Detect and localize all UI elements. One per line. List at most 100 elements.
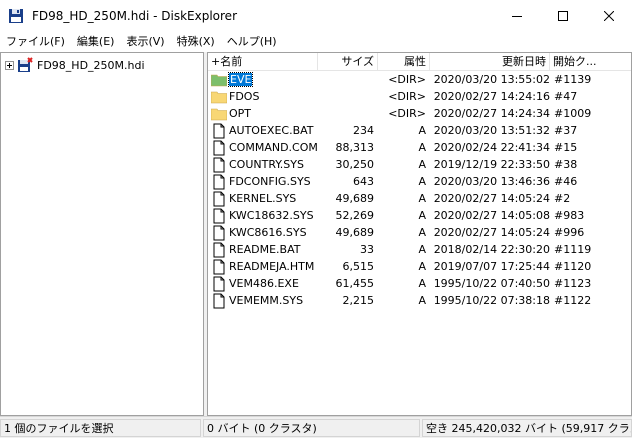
menu-view[interactable]: 表示(V) bbox=[120, 32, 170, 52]
file-row[interactable]: KERNEL.SYS 49,689 A 2020/02/27 14:05:24 #2 bbox=[208, 190, 631, 207]
file-row-icon bbox=[211, 292, 227, 309]
file-date: 2020/02/27 14:05:08 bbox=[430, 207, 550, 224]
file-name: FDCONFIG.SYS bbox=[228, 173, 328, 190]
file-start-cluster-text: #1139 bbox=[554, 73, 592, 86]
tree-item-label: FD98_HD_250M.hdi bbox=[37, 58, 145, 72]
status-selected-size: 0 バイト (0 クラスタ) bbox=[203, 419, 420, 437]
file-attr-text: A bbox=[418, 294, 426, 307]
file-icon bbox=[213, 293, 225, 308]
file-date-text: 2020/03/20 13:55:02 bbox=[433, 73, 550, 86]
file-attr: <DIR> bbox=[380, 71, 426, 88]
file-row-icon bbox=[211, 139, 227, 156]
file-icon bbox=[213, 123, 225, 138]
column-header-name[interactable]: +名前 bbox=[208, 53, 318, 71]
menu-special[interactable]: 特殊(X) bbox=[171, 32, 221, 52]
file-start-cluster-text: #46 bbox=[554, 175, 578, 188]
file-start-cluster: #983 bbox=[554, 207, 631, 224]
file-start-cluster-text: #2 bbox=[554, 192, 571, 205]
disk-image-icon bbox=[18, 57, 33, 72]
menu-edit[interactable]: 編集(E) bbox=[71, 32, 121, 52]
file-row[interactable]: COMMAND.COM 88,313 A 2020/02/24 22:41:34 #15 bbox=[208, 139, 631, 156]
file-attr: A bbox=[380, 139, 426, 156]
file-date-text: 2020/03/20 13:46:36 bbox=[433, 175, 550, 188]
file-attr: A bbox=[380, 275, 426, 292]
file-date-text: 2020/02/24 22:41:34 bbox=[433, 141, 550, 154]
folder-icon bbox=[211, 108, 227, 120]
file-icon bbox=[213, 242, 225, 257]
file-date: 2020/02/27 14:05:24 bbox=[430, 190, 550, 207]
file-start-cluster: #1139 bbox=[554, 71, 631, 88]
file-date: 2020/03/20 13:51:32 bbox=[430, 122, 550, 139]
menu-bar: ファイル(F) 編集(E) 表示(V) 特殊(X) ヘルプ(H) bbox=[0, 32, 632, 52]
file-row[interactable]: VEM486.EXE 61,455 A 1995/10/22 07:40:50 #112… bbox=[208, 275, 631, 292]
file-name-text: AUTOEXEC.BAT bbox=[229, 124, 314, 137]
file-name-text: KWC18632.SYS bbox=[229, 209, 314, 222]
list-header: +名前 サイズ 属性 更新日時 開始ク... bbox=[208, 53, 631, 71]
file-date-text: 2020/02/27 14:05:08 bbox=[433, 209, 550, 222]
file-row[interactable]: FDCONFIG.SYS 643 A 2020/03/20 13:46:36 #46 bbox=[208, 173, 631, 190]
file-name-text: EVE bbox=[228, 72, 254, 87]
menu-help[interactable]: ヘルプ(H) bbox=[221, 32, 283, 52]
file-date-text: 2020/02/27 14:05:24 bbox=[433, 192, 550, 205]
file-row[interactable]: OPT <DIR> 2020/02/27 14:24:34 #1009 bbox=[208, 105, 631, 122]
file-size-text: 30,250 bbox=[335, 158, 375, 171]
file-row[interactable]: FDOS <DIR> 2020/02/27 14:24:16 #47 bbox=[208, 88, 631, 105]
file-row[interactable]: EVE <DIR> 2020/03/20 13:55:02 #1139 bbox=[208, 71, 631, 88]
status-free-space: 空き 245,420,032 バイト (59,917 クラスタ) bbox=[422, 419, 632, 437]
file-row[interactable]: READMEJA.HTM 6,515 A 2019/07/07 17:25:44 #11… bbox=[208, 258, 631, 275]
file-start-cluster-text: #1009 bbox=[554, 107, 592, 120]
file-start-cluster: #1122 bbox=[554, 292, 631, 309]
expand-icon[interactable] bbox=[5, 60, 14, 70]
file-attr: A bbox=[380, 241, 426, 258]
file-name-text: VEMEMM.SYS bbox=[229, 294, 304, 307]
file-start-cluster-text: #15 bbox=[554, 141, 578, 154]
close-button[interactable] bbox=[586, 0, 632, 32]
file-size: 49,689 bbox=[318, 190, 375, 207]
file-row[interactable]: KWC18632.SYS 52,269 A 2020/02/27 14:05:08 #9… bbox=[208, 207, 631, 224]
file-row[interactable]: COUNTRY.SYS 30,250 A 2019/12/19 22:33:50 #38 bbox=[208, 156, 631, 173]
tree-item-root[interactable]: FD98_HD_250M.hdi bbox=[5, 57, 145, 73]
column-header-attr[interactable]: 属性 bbox=[378, 53, 430, 71]
file-row[interactable]: VEMEMM.SYS 2,215 A 1995/10/22 07:38:18 #1122 bbox=[208, 292, 631, 309]
file-attr: A bbox=[380, 173, 426, 190]
file-icon bbox=[213, 225, 225, 240]
file-row-icon bbox=[211, 105, 227, 122]
minimize-button[interactable] bbox=[494, 0, 540, 32]
file-name-text: COMMAND.COM bbox=[229, 141, 318, 154]
file-icon bbox=[213, 259, 225, 274]
file-attr-text: A bbox=[418, 124, 426, 137]
file-row-icon bbox=[211, 156, 227, 173]
file-list[interactable]: +名前 サイズ 属性 更新日時 開始ク... EVE <DIR> 2020/03/2… bbox=[207, 52, 632, 416]
folder-tree[interactable]: FD98_HD_250M.hdi bbox=[0, 52, 204, 416]
file-attr-text: A bbox=[418, 175, 426, 188]
file-start-cluster-text: #1122 bbox=[554, 294, 592, 307]
menu-file[interactable]: ファイル(F) bbox=[0, 32, 71, 52]
file-attr-text: <DIR> bbox=[388, 73, 426, 86]
status-selection: 1 個のファイルを選択 bbox=[0, 419, 201, 437]
file-attr-text: <DIR> bbox=[388, 90, 426, 103]
file-name: FDOS bbox=[228, 88, 328, 105]
file-size: 643 bbox=[318, 173, 374, 190]
file-size: 49,689 bbox=[318, 224, 375, 241]
column-header-date[interactable]: 更新日時 bbox=[430, 53, 550, 71]
file-row[interactable]: AUTOEXEC.BAT 234 A 2020/03/20 13:51:32 #37 bbox=[208, 122, 631, 139]
file-name: VEMEMM.SYS bbox=[228, 292, 328, 309]
disk-app-icon bbox=[9, 9, 23, 23]
column-header-start-cluster[interactable]: 開始ク... bbox=[550, 53, 631, 71]
file-row[interactable]: README.BAT 33 A 2018/02/14 22:30:20 #1119 bbox=[208, 241, 631, 258]
file-icon bbox=[213, 276, 225, 291]
file-date: 2020/02/27 14:24:34 bbox=[430, 105, 550, 122]
file-name-text: FDOS bbox=[229, 90, 260, 103]
file-name: KWC18632.SYS bbox=[228, 207, 328, 224]
file-attr-text: A bbox=[418, 158, 426, 171]
file-row-icon bbox=[211, 258, 227, 275]
column-header-size[interactable]: サイズ bbox=[318, 53, 378, 71]
file-icon bbox=[213, 208, 225, 223]
file-size: 61,455 bbox=[318, 275, 375, 292]
maximize-button[interactable] bbox=[540, 0, 586, 32]
file-attr: <DIR> bbox=[380, 105, 426, 122]
file-row-icon bbox=[211, 122, 227, 139]
file-row[interactable]: KWC8616.SYS 49,689 A 2020/02/27 14:05:24 #99… bbox=[208, 224, 631, 241]
file-name: COUNTRY.SYS bbox=[228, 156, 328, 173]
file-start-cluster: #1119 bbox=[554, 241, 631, 258]
